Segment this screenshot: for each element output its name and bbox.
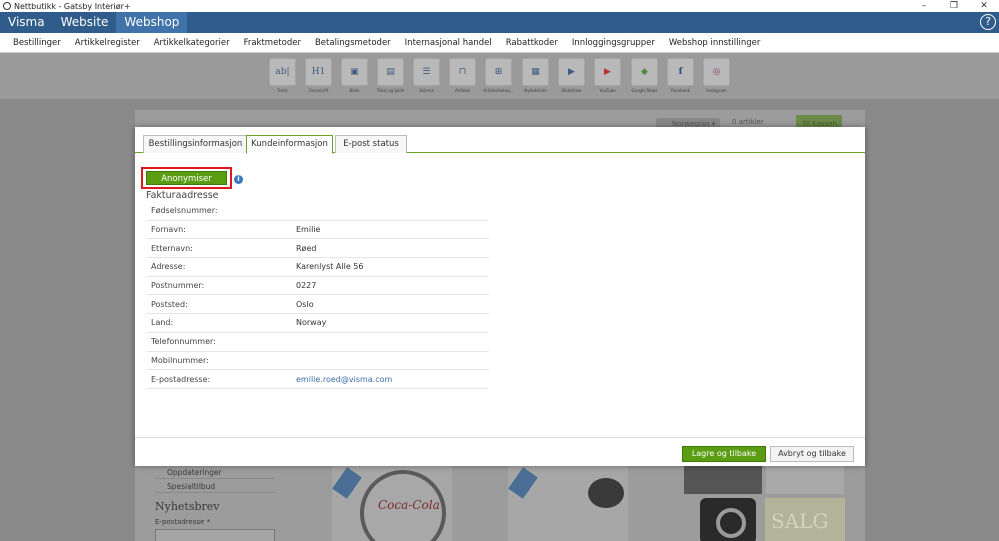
top-navigation: Visma Website Webshop ? (0, 12, 999, 33)
newsletter-heading: Nyhetsbrev (155, 500, 220, 513)
text-icon: ab| (269, 58, 296, 86)
tab-kundeinformasjon[interactable]: Kundeinformasjon (246, 135, 333, 154)
webshop-subnav: Bestillinger Artikkelregister Artikkelka… (0, 33, 999, 53)
table-row: Adresse: Karenlyst Alle 56 (146, 258, 489, 277)
cancel-and-back-button[interactable]: Avbryt og tilbake (770, 446, 854, 462)
subnav-betalingsmetoder[interactable]: Betalingsmetoder (308, 38, 398, 48)
thumbnail-2 (766, 466, 844, 494)
table-row: Land: Norway (146, 314, 489, 333)
tool-overskrift[interactable]: H1 Overskrift (305, 58, 332, 93)
table-row: Fornavn: Emilie (146, 221, 489, 240)
restore-icon[interactable]: ❐ (939, 0, 969, 12)
editor-toolbar: ab| Tekst H1 Overskrift ▣ Bilde ▤ Tekst og b… (0, 53, 999, 99)
window-controls: – ❐ ✕ (909, 0, 999, 12)
anonymize-highlight: Anonymiser (141, 167, 232, 189)
email-link[interactable]: emilie.roed@visma.com (296, 375, 392, 384)
clock-brand-text: Coca-Cola (378, 498, 440, 512)
product-image-lamp (588, 478, 624, 508)
category-icon: ⊞ (485, 58, 512, 86)
heading-icon: H1 (305, 58, 332, 86)
minimize-icon[interactable]: – (909, 0, 939, 12)
close-icon[interactable]: ✕ (969, 0, 999, 12)
cart-count: 0 artikler (732, 118, 764, 126)
image-icon: ▣ (341, 58, 368, 86)
slideshow-icon: ▶ (558, 58, 585, 86)
article-icon: ⊓ (449, 58, 476, 86)
sale-thumbnail: SALG (765, 498, 845, 541)
facebook-icon: f (667, 58, 694, 86)
customer-info-dialog: Bestillingsinformasjon Kundeinformasjon … (135, 127, 865, 466)
subnav-artikkelkategorier[interactable]: Artikkelkategorier (147, 38, 237, 48)
table-row: Mobilnummer: (146, 352, 489, 371)
tool-tekst-og-bilde[interactable]: ▤ Tekst og bilde (377, 58, 404, 93)
table-row: Fødselsnummer: (146, 202, 489, 221)
tool-bilde[interactable]: ▣ Bilde (341, 58, 368, 93)
window-title: Nettbutikk - Gatsby Interiør+ (14, 1, 131, 11)
subnav-internasjonal-handel[interactable]: Internasjonal handel (398, 38, 499, 48)
tool-slideshow[interactable]: ▶ Slideshow (558, 58, 585, 93)
info-icon[interactable]: i (234, 175, 243, 184)
table-row: Telefonnummer: (146, 333, 489, 352)
topnav-website[interactable]: Website (53, 12, 117, 33)
subnav-webshop-innstillinger[interactable]: Webshop innstillinger (662, 38, 768, 48)
newsletter-email-label: E-postadresse * (155, 518, 211, 526)
form-icon: ☰ (413, 58, 440, 86)
subnav-artikkelregister[interactable]: Artikkelregister (68, 38, 147, 48)
subnav-innloggingsgrupper[interactable]: Innloggingsgrupper (565, 38, 662, 48)
map-pin-icon: ◆ (631, 58, 658, 86)
tool-tekst[interactable]: ab| Tekst (269, 58, 296, 93)
tool-artikkelkategori[interactable]: ⊞ Artikkelkateg... (483, 58, 514, 93)
tab-e-post-status[interactable]: E-post status (335, 135, 407, 153)
tool-youtube[interactable]: ▶ YouTube (594, 58, 621, 93)
table-row: Postnummer: 0227 (146, 277, 489, 296)
subnav-rabattkoder[interactable]: Rabattkoder (499, 38, 565, 48)
tool-nyhetsliste[interactable]: ▦ Nyhetsliste (522, 58, 549, 93)
instagram-thumbnail (700, 498, 756, 541)
tab-bestillingsinformasjon[interactable]: Bestillingsinformasjon (143, 135, 248, 153)
topnav-visma[interactable]: Visma (0, 12, 53, 33)
subnav-bestillinger[interactable]: Bestillinger (0, 38, 68, 48)
save-and-back-button[interactable]: Lagre og tilbake (682, 446, 766, 462)
billing-address-table: Fødselsnummer: Fornavn: Emilie Etternavn:… (146, 202, 489, 389)
table-row: Etternavn: Røed (146, 239, 489, 259)
thumbnail-1 (684, 466, 762, 494)
topnav-webshop[interactable]: Webshop (116, 12, 188, 33)
tool-artikkel[interactable]: ⊓ Artikkel (449, 58, 476, 93)
tool-instagram[interactable]: ◎ Instagram (703, 58, 730, 93)
table-row: Poststed: Oslo (146, 295, 489, 315)
newslist-icon: ▦ (522, 58, 549, 86)
tool-google-maps[interactable]: ◆ Google Maps (631, 58, 658, 93)
anonymize-button[interactable]: Anonymiser (146, 171, 227, 185)
instagram-icon: ◎ (703, 58, 730, 86)
billing-address-title: Fakturaadresse (146, 190, 219, 201)
app-icon (3, 2, 11, 10)
newsletter-email-input (155, 529, 275, 541)
sidebar-item-spesialtilbud: Spesialtilbud (155, 480, 275, 493)
subnav-fraktmetoder[interactable]: Fraktmetoder (237, 38, 308, 48)
table-row: E-postadresse: emilie.roed@visma.com (146, 370, 489, 389)
tool-facebook[interactable]: f Facebook (667, 58, 694, 93)
text-image-icon: ▤ (377, 58, 404, 86)
youtube-icon: ▶ (594, 58, 621, 86)
tool-skjema[interactable]: ☰ Skjema (413, 58, 440, 93)
dialog-footer: Lagre og tilbake Avbryt og tilbake (135, 437, 865, 466)
window-titlebar: Nettbutikk - Gatsby Interiør+ – ❐ ✕ (0, 0, 999, 12)
sidebar-item-oppdateringer: Oppdateringer (155, 466, 275, 479)
help-icon[interactable]: ? (980, 14, 996, 30)
dialog-tabs: Bestillingsinformasjon Kundeinformasjon … (135, 135, 865, 154)
